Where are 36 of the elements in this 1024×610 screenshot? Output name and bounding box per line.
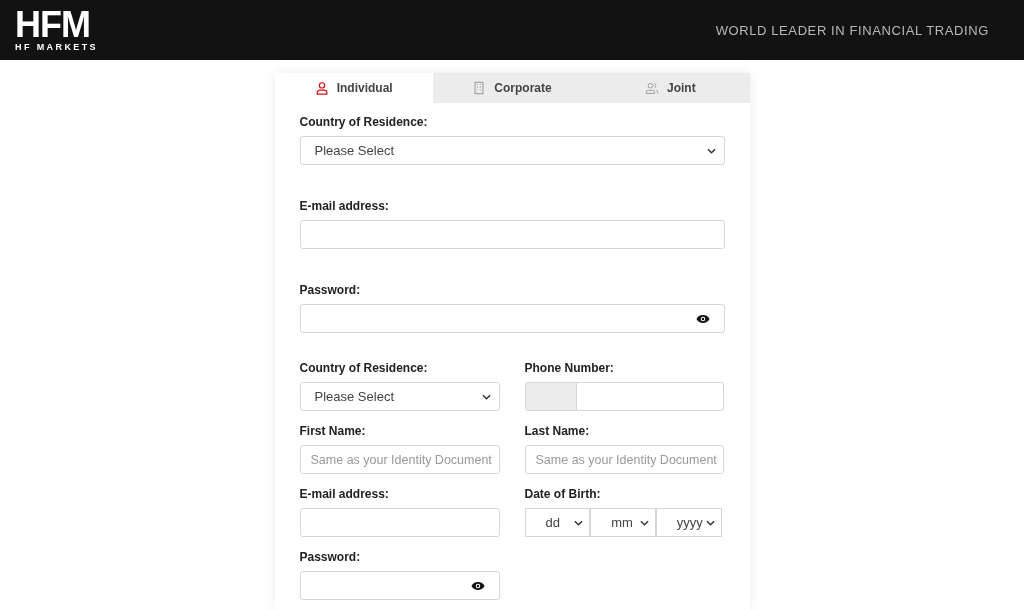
field-label: Phone Number: (524, 361, 615, 375)
field-label: Country of Residence: (299, 115, 429, 129)
eye-icon[interactable] (470, 580, 485, 591)
input-field[interactable] (299, 508, 500, 537)
country-code-field[interactable] (524, 382, 577, 411)
field-label: E-mail address: (299, 199, 390, 213)
tab[interactable]: Corporate (432, 73, 592, 103)
field-label: First Name: (299, 424, 367, 438)
building-icon (472, 81, 487, 95)
field-label: Date of Birth: (524, 487, 602, 501)
field-label: Last Name: (524, 424, 591, 438)
chevron-icon (706, 147, 716, 154)
tab[interactable]: Individual (274, 73, 433, 103)
date-select[interactable]: yyyy (655, 508, 722, 537)
chevron-icon (639, 519, 649, 526)
chevron-icon (481, 393, 491, 400)
chevron-icon (705, 519, 715, 526)
field-label: Country of Residence: (299, 361, 429, 375)
tagline: WORLD LEADER IN FINANCIAL TRADING (715, 22, 989, 38)
eye-icon[interactable] (695, 313, 710, 324)
password-field[interactable] (299, 304, 725, 333)
select-field[interactable]: Please Select (299, 136, 725, 165)
field-label: Password: (299, 283, 362, 297)
people-icon (645, 81, 659, 95)
person-icon (314, 81, 329, 95)
logo[interactable]: HFM HF MARKETS (15, 8, 98, 52)
input-field[interactable] (299, 220, 725, 249)
select-field[interactable]: Please Select (299, 382, 500, 411)
password-field[interactable] (299, 571, 500, 600)
chevron-icon (574, 519, 584, 526)
date-select[interactable]: mm (590, 508, 656, 537)
date-select[interactable]: dd (524, 508, 591, 537)
phone-field[interactable] (576, 382, 724, 411)
field-label: E-mail address: (299, 487, 390, 501)
tab[interactable]: Joint (591, 73, 750, 103)
field-label: Password: (299, 550, 362, 564)
